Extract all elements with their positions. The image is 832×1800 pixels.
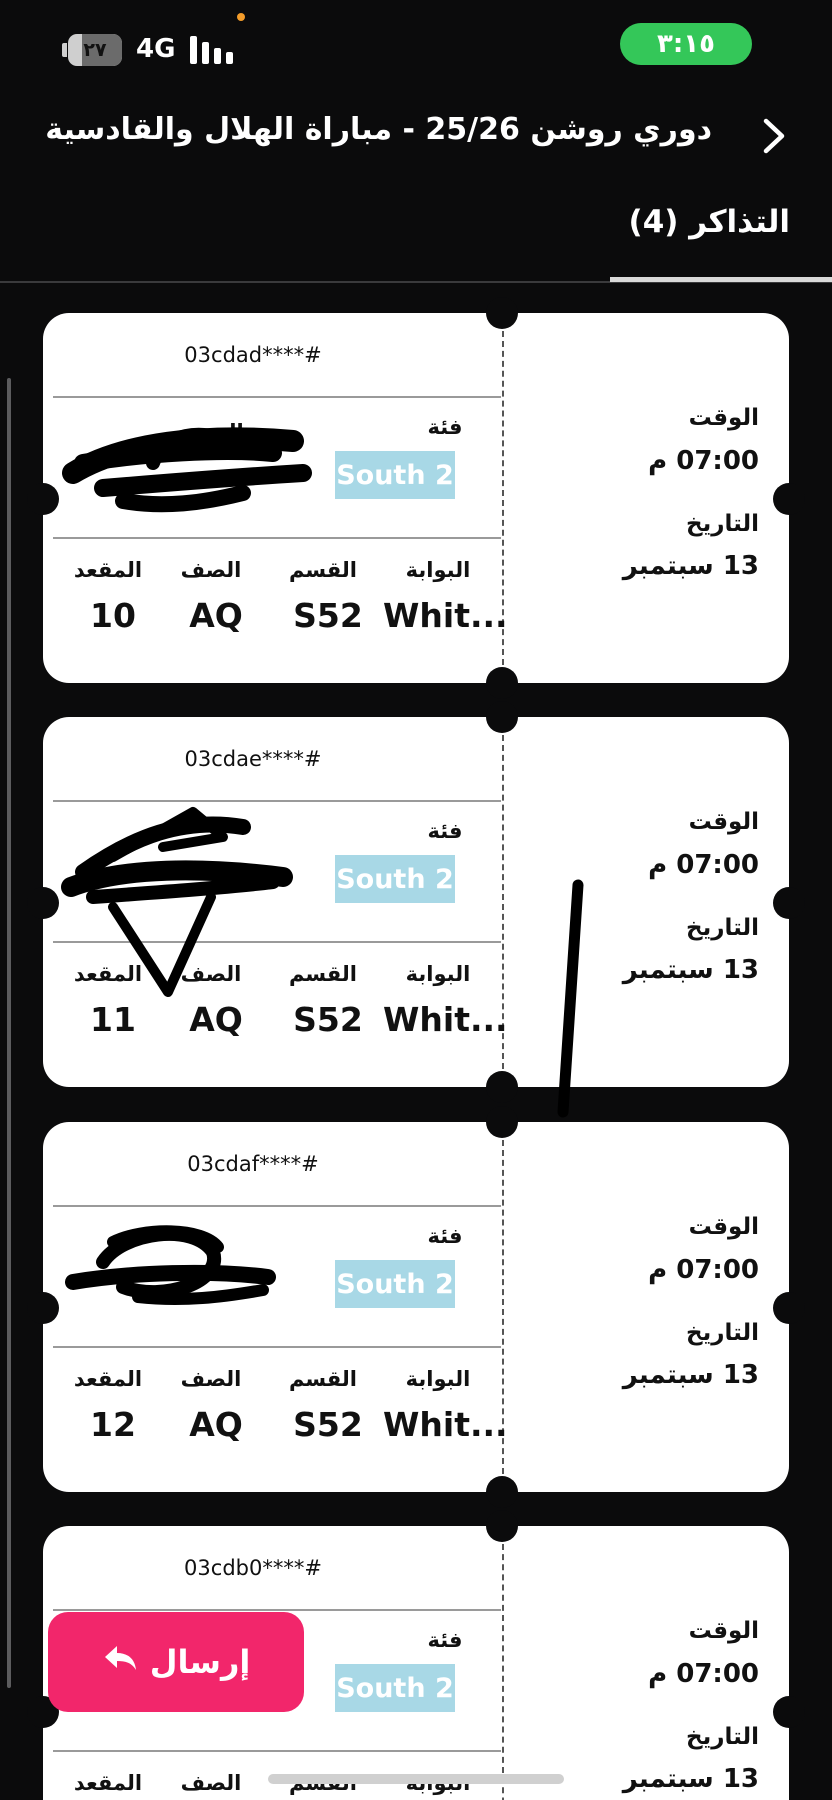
send-button-label: إرسال bbox=[149, 1643, 251, 1681]
category-label: فئة bbox=[427, 1628, 463, 1652]
watermark-logo: حراج bbox=[600, 1740, 682, 1780]
time-value: 07:00 م bbox=[648, 1255, 759, 1285]
ticket-code: 03cdb0****# bbox=[184, 1556, 322, 1580]
time-value: 07:00 م bbox=[648, 1659, 759, 1689]
perforation-line bbox=[502, 1544, 504, 1800]
page-title: دوري روشن 25/26 - مباراة الهلال والقادسي… bbox=[45, 112, 712, 147]
ticket-card[interactable]: 03cdad****# السعر فئة South 2 المقعد الص… bbox=[27, 297, 805, 699]
signal-bars-icon bbox=[190, 36, 233, 64]
date-label: التاريخ bbox=[686, 1320, 759, 1346]
seat-label: المقعد bbox=[73, 1771, 143, 1795]
scrollbar[interactable] bbox=[7, 378, 11, 1688]
ticket-card[interactable]: 03cdaf****# فئة South 2 المقعد الصف القس… bbox=[27, 1106, 805, 1508]
send-button[interactable]: إرسال bbox=[48, 1612, 304, 1712]
status-bar: ٢٧ 4G ٣:١٥ bbox=[0, 0, 832, 90]
redaction-scribble bbox=[65, 1225, 276, 1305]
battery-level: ٢٧ bbox=[83, 39, 107, 61]
mic-indicator-dot bbox=[237, 13, 245, 21]
redaction-scribble bbox=[61, 807, 584, 1118]
date-value: 13 سبتمبر bbox=[622, 1360, 759, 1390]
chevron-right-icon[interactable] bbox=[756, 116, 790, 156]
battery-tip bbox=[62, 43, 67, 57]
network-type: 4G bbox=[136, 34, 176, 64]
tab-selected-indicator bbox=[610, 277, 832, 282]
time-label: الوقت bbox=[688, 1214, 759, 1240]
date-label: التاريخ bbox=[686, 511, 759, 537]
time-label: الوقت bbox=[688, 405, 759, 431]
date-value: 13 سبتمبر bbox=[622, 551, 759, 581]
reply-arrow-icon bbox=[102, 1643, 138, 1681]
category-badge: South 2 bbox=[335, 1664, 455, 1712]
time-value: 07:00 م bbox=[648, 446, 759, 476]
tab-tickets[interactable]: التذاكر (4) bbox=[629, 204, 790, 240]
date-label: التاريخ bbox=[686, 1724, 759, 1750]
status-clock: ٣:١٥ bbox=[620, 23, 752, 65]
redaction-scribble bbox=[62, 427, 312, 513]
home-indicator[interactable] bbox=[268, 1774, 564, 1784]
ticket-card[interactable]: 03cdae****# فئة South 2 المقعد الصف القس… bbox=[27, 701, 805, 1118]
time-label: الوقت bbox=[688, 1618, 759, 1644]
row-label: الصف bbox=[180, 1771, 242, 1795]
battery-icon: ٢٧ bbox=[68, 34, 122, 66]
